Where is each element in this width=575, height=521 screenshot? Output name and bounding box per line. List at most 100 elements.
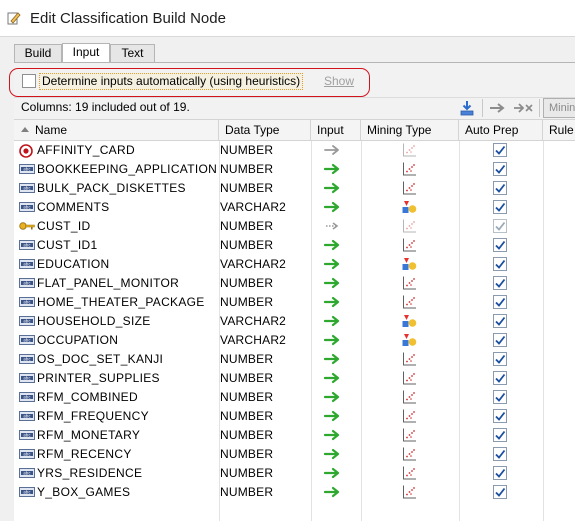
table-row[interactable]: AFFINITY_CARD NUMBER [14, 141, 575, 160]
input-arrow-icon[interactable] [323, 429, 342, 441]
auto-prep-checkbox[interactable] [493, 314, 507, 328]
auto-prep-checkbox[interactable] [493, 352, 507, 366]
column-name: RFM_MONETARY [37, 428, 141, 442]
input-arrow-icon[interactable] [323, 258, 342, 270]
column-name: BOOKKEEPING_APPLICATION [37, 162, 218, 176]
input-arrow-icon[interactable] [323, 239, 342, 251]
header-rule[interactable]: Rule [543, 120, 575, 141]
table-row[interactable]: abc BOOKKEEPING_APPLICATION NUMBER [14, 160, 575, 179]
numerical-mining-icon[interactable] [401, 275, 417, 291]
table-row[interactable]: abc RFM_RECENCY NUMBER [14, 445, 575, 464]
column-icon: abc [19, 182, 35, 194]
header-auto-prep[interactable]: Auto Prep [459, 120, 543, 141]
numerical-mining-icon[interactable] [401, 142, 417, 158]
auto-prep-checkbox[interactable] [493, 238, 507, 252]
include-button[interactable] [488, 98, 508, 118]
input-arrow-icon[interactable] [323, 334, 342, 346]
table-row[interactable]: abc FLAT_PANEL_MONITOR NUMBER [14, 274, 575, 293]
table-row[interactable]: abc YRS_RESIDENCE NUMBER [14, 464, 575, 483]
tab-text[interactable]: Text [110, 44, 155, 63]
auto-prep-checkbox[interactable] [493, 428, 507, 442]
auto-prep-checkbox[interactable] [493, 485, 507, 499]
table-row[interactable]: abc OS_DOC_SET_KANJI NUMBER [14, 350, 575, 369]
auto-prep-checkbox[interactable] [493, 333, 507, 347]
auto-prep-checkbox[interactable] [493, 295, 507, 309]
categorical-mining-icon[interactable] [401, 332, 417, 348]
input-arrow-icon[interactable] [323, 163, 342, 175]
numerical-mining-icon[interactable] [401, 465, 417, 481]
numerical-mining-icon[interactable] [401, 351, 417, 367]
auto-prep-checkbox[interactable] [493, 181, 507, 195]
auto-prep-checkbox[interactable] [493, 409, 507, 423]
apply-button[interactable] [457, 98, 477, 118]
table-row[interactable]: abc RFM_COMBINED NUMBER [14, 388, 575, 407]
input-arrow-icon[interactable] [323, 182, 342, 194]
table-row[interactable]: abc PRINTER_SUPPLIES NUMBER [14, 369, 575, 388]
svg-text:abc: abc [23, 357, 31, 362]
header-input[interactable]: Input [311, 120, 361, 141]
input-arrow-icon[interactable] [323, 353, 342, 365]
auto-prep-checkbox[interactable] [493, 276, 507, 290]
numerical-mining-icon[interactable] [401, 370, 417, 386]
input-arrow-icon[interactable] [323, 410, 342, 422]
header-mining-type[interactable]: Mining Type [361, 120, 459, 141]
input-arrow-icon[interactable] [323, 372, 342, 384]
categorical-mining-icon[interactable] [401, 199, 417, 215]
input-arrow-icon[interactable] [323, 467, 342, 479]
numerical-mining-icon[interactable] [401, 446, 417, 462]
input-arrow-icon[interactable] [323, 315, 342, 327]
key-icon [19, 220, 35, 232]
input-arrow-icon[interactable] [323, 448, 342, 460]
input-arrow-icon[interactable] [323, 486, 342, 498]
input-arrow-icon[interactable] [323, 391, 342, 403]
data-type: NUMBER [220, 276, 274, 290]
auto-prep-checkbox[interactable] [493, 162, 507, 176]
tab-bar: Build Input Text [0, 37, 575, 64]
numerical-mining-icon[interactable] [401, 237, 417, 253]
input-arrow-icon[interactable] [323, 296, 342, 308]
categorical-mining-icon[interactable] [401, 256, 417, 272]
table-row[interactable]: abc EDUCATION VARCHAR2 [14, 255, 575, 274]
toolbar-separator [482, 99, 483, 117]
input-arrow-icon[interactable] [323, 201, 342, 213]
column-icon: abc [19, 372, 35, 384]
table-row[interactable]: abc HOUSEHOLD_SIZE VARCHAR2 [14, 312, 575, 331]
header-name[interactable]: Name [14, 120, 219, 141]
table-row[interactable]: abc HOME_THEATER_PACKAGE NUMBER [14, 293, 575, 312]
numerical-mining-icon[interactable] [401, 484, 417, 500]
tab-input[interactable]: Input [62, 43, 110, 64]
table-row[interactable]: abc BULK_PACK_DISKETTES NUMBER [14, 179, 575, 198]
exclude-button[interactable] [512, 98, 534, 118]
numerical-mining-icon[interactable] [401, 427, 417, 443]
auto-prep-checkbox[interactable] [493, 200, 507, 214]
auto-prep-checkbox[interactable] [493, 257, 507, 271]
auto-prep-checkbox[interactable] [493, 143, 507, 157]
numerical-mining-icon[interactable] [401, 161, 417, 177]
numerical-mining-icon[interactable] [401, 218, 417, 234]
tab-build[interactable]: Build [14, 44, 62, 63]
auto-prep-checkbox[interactable] [493, 466, 507, 480]
input-arrow-icon[interactable] [323, 277, 342, 289]
table-row[interactable]: abc RFM_MONETARY NUMBER [14, 426, 575, 445]
table-row[interactable]: CUST_ID NUMBER [14, 217, 575, 236]
data-type: NUMBER [220, 466, 274, 480]
numerical-mining-icon[interactable] [401, 294, 417, 310]
mining-type-button[interactable]: Minin [543, 98, 575, 118]
numerical-mining-icon[interactable] [401, 389, 417, 405]
column-icon: abc [19, 467, 35, 479]
header-data-type[interactable]: Data Type [219, 120, 311, 141]
table-row[interactable]: abc CUST_ID1 NUMBER [14, 236, 575, 255]
auto-prep-checkbox[interactable] [493, 219, 507, 233]
input-disabled-arrow-icon[interactable] [324, 220, 342, 232]
numerical-mining-icon[interactable] [401, 408, 417, 424]
table-row[interactable]: abc OCCUPATION VARCHAR2 [14, 331, 575, 350]
auto-prep-checkbox[interactable] [493, 371, 507, 385]
input-disabled-arrow-icon[interactable] [324, 144, 342, 156]
table-row[interactable]: abc COMMENTS VARCHAR2 [14, 198, 575, 217]
auto-prep-checkbox[interactable] [493, 390, 507, 404]
table-row[interactable]: abc Y_BOX_GAMES NUMBER [14, 483, 575, 502]
auto-prep-checkbox[interactable] [493, 447, 507, 461]
categorical-mining-icon[interactable] [401, 313, 417, 329]
numerical-mining-icon[interactable] [401, 180, 417, 196]
table-row[interactable]: abc RFM_FREQUENCY NUMBER [14, 407, 575, 426]
